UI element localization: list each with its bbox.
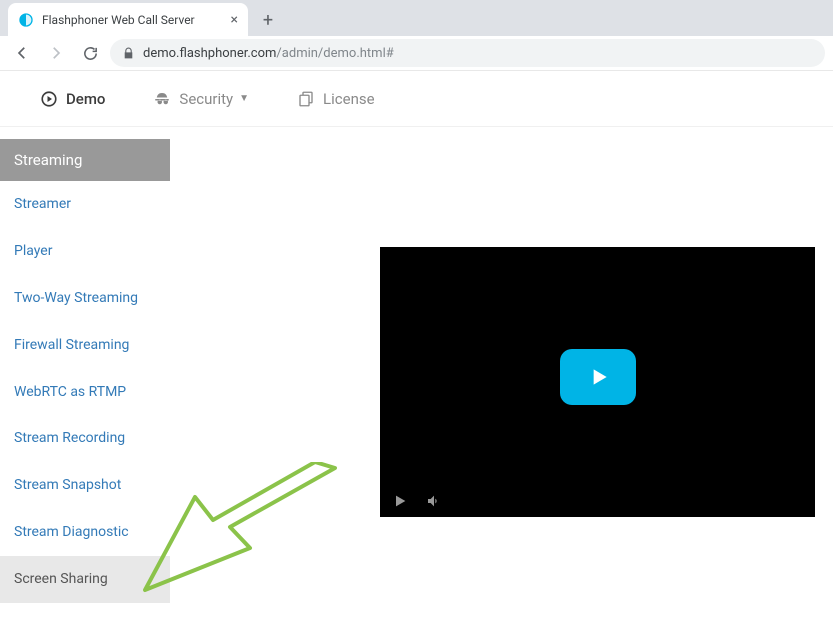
url-text: demo.flashphoner.com/admin/demo.html#: [143, 46, 394, 61]
sidebar: Streaming Streamer Player Two-Way Stream…: [0, 127, 170, 603]
browser-chrome: Flashphoner Web Call Server × + demo.fla…: [0, 0, 833, 71]
reload-button[interactable]: [76, 39, 104, 67]
chevron-down-icon: ▼: [239, 93, 249, 104]
top-nav: Demo Security ▼ License: [0, 71, 833, 127]
lock-icon: [122, 47, 135, 60]
incognito-icon: [153, 90, 171, 108]
nav-security-label: Security: [179, 90, 233, 108]
play-button-center[interactable]: [560, 349, 636, 405]
nav-demo-label: Demo: [66, 90, 105, 108]
address-bar[interactable]: demo.flashphoner.com/admin/demo.html#: [110, 39, 825, 67]
video-controls: [392, 493, 442, 509]
back-button[interactable]: [8, 39, 36, 67]
sidebar-item-stream-recording[interactable]: Stream Recording: [0, 415, 170, 462]
nav-demo[interactable]: Demo: [40, 90, 105, 108]
tab-strip: Flashphoner Web Call Server × +: [0, 0, 833, 36]
nav-license-label: License: [323, 90, 375, 108]
sidebar-item-two-way-streaming[interactable]: Two-Way Streaming: [0, 275, 170, 322]
close-icon[interactable]: ×: [231, 12, 238, 28]
new-tab-button[interactable]: +: [254, 6, 282, 34]
sidebar-item-screen-sharing[interactable]: Screen Sharing: [0, 556, 170, 603]
small-play-icon[interactable]: [392, 493, 408, 509]
sidebar-item-webrtc-as-rtmp[interactable]: WebRTC as RTMP: [0, 369, 170, 416]
favicon-icon: [18, 12, 34, 28]
video-player[interactable]: [380, 247, 815, 517]
tab-title: Flashphoner Web Call Server: [42, 13, 223, 27]
sidebar-item-stream-snapshot[interactable]: Stream Snapshot: [0, 462, 170, 509]
sidebar-item-firewall-streaming[interactable]: Firewall Streaming: [0, 322, 170, 369]
content-area: [170, 127, 833, 603]
sidebar-item-streamer[interactable]: Streamer: [0, 181, 170, 228]
sidebar-item-stream-diagnostic[interactable]: Stream Diagnostic: [0, 509, 170, 556]
sidebar-item-player[interactable]: Player: [0, 228, 170, 275]
play-circle-icon: [40, 90, 58, 108]
copy-icon: [297, 90, 315, 108]
nav-security[interactable]: Security ▼: [153, 90, 249, 108]
play-icon: [585, 364, 611, 390]
forward-button[interactable]: [42, 39, 70, 67]
nav-license[interactable]: License: [297, 90, 375, 108]
volume-icon[interactable]: [426, 493, 442, 509]
sidebar-header: Streaming: [0, 139, 170, 181]
main-content: Streaming Streamer Player Two-Way Stream…: [0, 127, 833, 603]
browser-toolbar: demo.flashphoner.com/admin/demo.html#: [0, 36, 833, 71]
browser-tab[interactable]: Flashphoner Web Call Server ×: [8, 3, 248, 36]
